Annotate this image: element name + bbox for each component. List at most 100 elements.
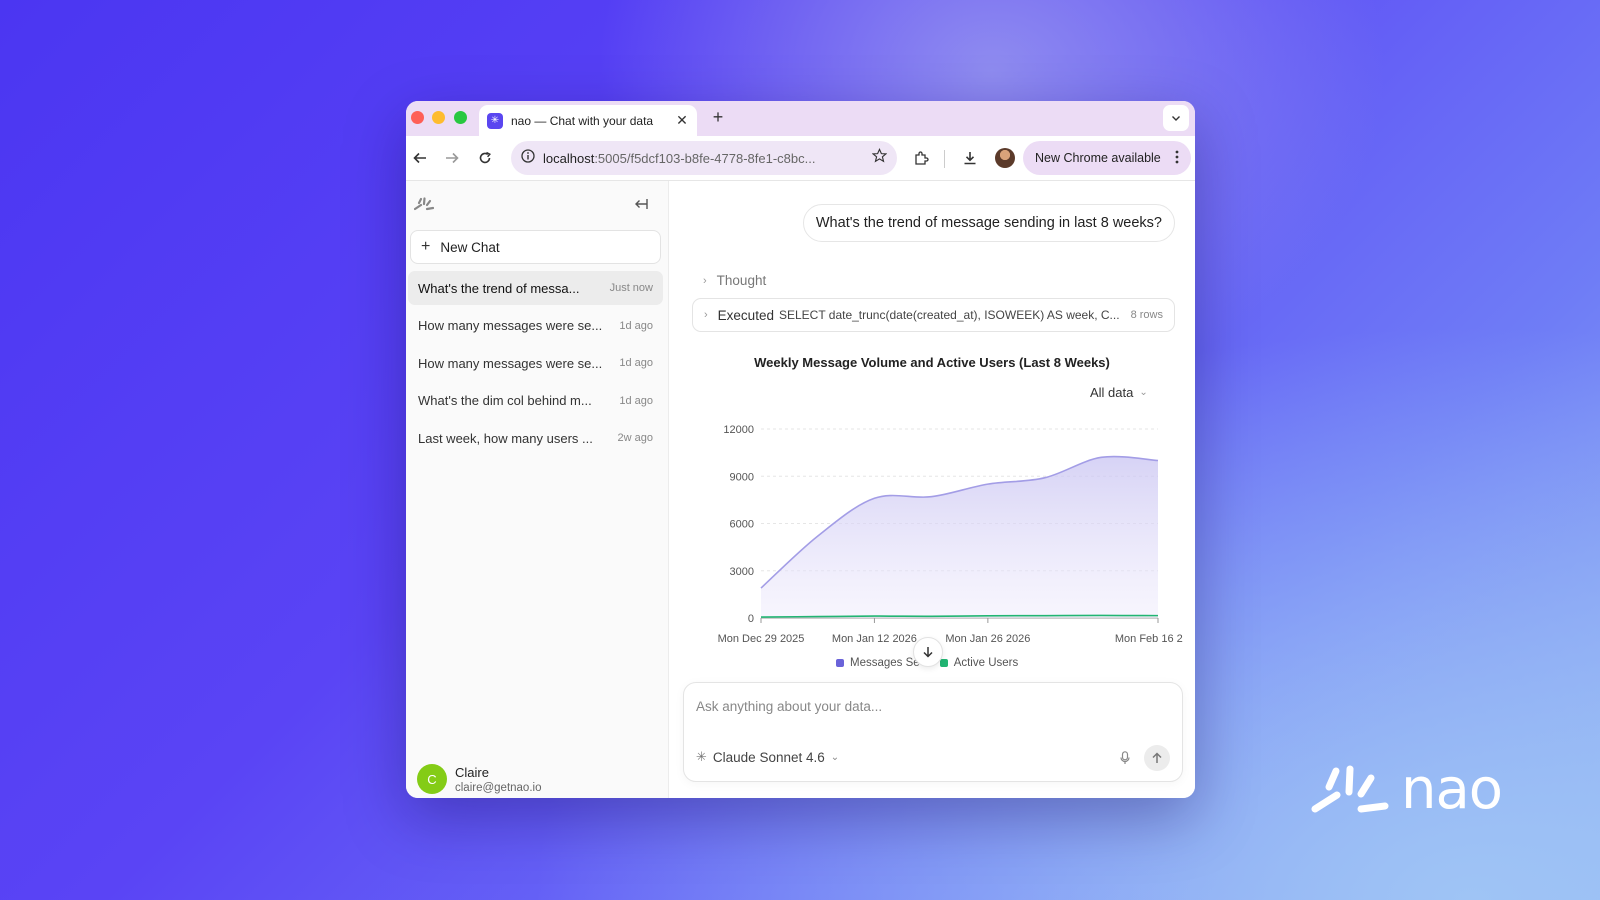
- y-tick-label: 3000: [730, 566, 754, 578]
- chat-history-item[interactable]: What's the dim col behind m... 1d ago: [408, 384, 663, 418]
- chevron-right-icon: ›: [704, 309, 708, 321]
- chevron-down-icon: ⌄: [830, 751, 840, 763]
- y-tick-label: 9000: [730, 471, 754, 483]
- tab-title: nao — Chat with your data: [511, 113, 654, 128]
- chat-input[interactable]: [696, 699, 1136, 714]
- messages-area: [761, 456, 1158, 618]
- more-menu-icon[interactable]: [1175, 150, 1179, 167]
- address-bar[interactable]: localhost:5005/f5dcf103-b8fe-4778-8fe1-c…: [511, 141, 897, 175]
- chat-history-item[interactable]: How many messages were se... 1d ago: [408, 309, 663, 343]
- chat-title: What's the dim col behind m...: [418, 393, 592, 408]
- x-tick-label: Mon Feb 16 2026: [1115, 633, 1183, 645]
- message-composer: ✳ Claude Sonnet 4.6 ⌄: [683, 682, 1183, 782]
- scroll-to-bottom-button[interactable]: [913, 637, 943, 667]
- thought-toggle[interactable]: › Thought: [703, 273, 766, 288]
- browser-tab[interactable]: ✳ nao — Chat with your data ✕: [479, 105, 697, 136]
- model-label: Claude Sonnet 4.6: [712, 749, 825, 765]
- model-selector[interactable]: ✳ Claude Sonnet 4.6 ⌄: [696, 749, 839, 765]
- browser-toolbar: localhost:5005/f5dcf103-b8fe-4778-8fe1-c…: [406, 136, 1195, 181]
- chart-filter-dropdown[interactable]: All data ⌄: [1090, 385, 1148, 400]
- executed-query-text: SELECT date_trunc(date(created_at), ISOW…: [778, 308, 1120, 322]
- chat-title: How many messages were se...: [418, 355, 603, 371]
- nao-mark-icon: [1311, 765, 1389, 813]
- close-window-button[interactable]: [411, 111, 424, 124]
- profile-avatar[interactable]: [995, 148, 1015, 168]
- download-icon[interactable]: [960, 148, 980, 168]
- browser-window: ✳ nao — Chat with your data ✕ + localhos…: [406, 101, 1195, 798]
- tab-search-chevron-icon[interactable]: [1163, 105, 1189, 131]
- chat-title: Last week, how many users ...: [418, 430, 593, 446]
- user-avatar: C: [417, 764, 447, 794]
- y-tick-label: 6000: [730, 519, 754, 531]
- url-path: :5005/f5dcf103-b8fe-4778-8fe1-c8bc...: [594, 150, 816, 166]
- nao-favicon-icon: ✳: [487, 112, 503, 129]
- new-chat-label: New Chat: [440, 239, 500, 255]
- chat-history-item[interactable]: What's the trend of messa... Just now: [408, 271, 663, 305]
- url-host: localhost: [543, 150, 595, 166]
- bookmark-star-icon[interactable]: [871, 148, 888, 168]
- chat-timestamp: 1d ago: [619, 357, 653, 369]
- user-name: Claire: [455, 764, 489, 780]
- chat-title: How many messages were se...: [418, 318, 603, 333]
- reload-icon[interactable]: [475, 148, 495, 168]
- plus-icon: +: [421, 238, 431, 255]
- tab-close-icon[interactable]: ✕: [675, 112, 689, 129]
- url-text[interactable]: localhost:5005/f5dcf103-b8fe-4778-8fe1-c…: [543, 151, 872, 166]
- legend-item[interactable]: Active Users: [939, 657, 1019, 669]
- chart-filter-label: All data: [1090, 385, 1134, 400]
- area-chart: 12000 9000 6000 3000 0 Mon Dec 29 2025 Mon Jan…: [718, 424, 1183, 645]
- microphone-icon[interactable]: [1116, 749, 1134, 767]
- collapse-sidebar-icon[interactable]: [634, 197, 648, 213]
- new-tab-icon[interactable]: +: [708, 107, 728, 128]
- chevron-right-icon: ›: [703, 274, 707, 287]
- chat-history-list: What's the trend of messa... Just now Ho…: [408, 271, 663, 459]
- maximize-window-button[interactable]: [454, 111, 467, 124]
- nao-wordmark: nao: [1401, 757, 1503, 822]
- legend-label: Active Users: [953, 657, 1019, 669]
- tab-strip: ✳ nao — Chat with your data ✕ +: [406, 101, 1195, 136]
- chat-history-item[interactable]: How many messages were se... 1d ago: [408, 346, 663, 380]
- sidebar: + New Chat What's the trend of messa... …: [406, 181, 669, 798]
- executed-query-block[interactable]: › Executed SELECT date_trunc(date(create…: [692, 298, 1175, 332]
- legend-item[interactable]: Messages Se: [836, 657, 920, 669]
- back-arrow-icon[interactable]: [410, 148, 430, 168]
- user-message-bubble: What's the trend of message sending in l…: [802, 204, 1175, 242]
- legend-swatch: [836, 659, 844, 667]
- x-tick-label: Mon Jan 26 2026: [945, 633, 1030, 645]
- arrow-up-icon: [1152, 752, 1162, 763]
- send-button[interactable]: [1144, 745, 1170, 771]
- minimize-window-button[interactable]: [432, 111, 445, 124]
- x-tick-label: Mon Dec 29 2025: [718, 633, 805, 645]
- chat-timestamp: Just now: [609, 282, 653, 294]
- thought-label: Thought: [716, 273, 767, 288]
- update-chrome-button[interactable]: New Chrome available: [1023, 141, 1191, 175]
- user-email: claire@getnao.io: [455, 781, 542, 794]
- x-tick-label: Mon Jan 12 2026: [832, 633, 917, 645]
- executed-row-count: 8 rows: [1130, 309, 1163, 321]
- user-profile[interactable]: C Claire claire@getnao.io: [417, 764, 541, 794]
- chat-main: What's the trend of message sending in l…: [669, 181, 1195, 798]
- claude-asterisk-icon: ✳: [696, 749, 707, 764]
- new-chat-button[interactable]: + New Chat: [410, 230, 661, 264]
- chat-timestamp: 1d ago: [619, 319, 653, 332]
- chat-timestamp: 2w ago: [617, 432, 653, 444]
- arrow-down-icon: [923, 647, 933, 658]
- executed-label: Executed: [717, 307, 774, 323]
- extensions-puzzle-icon[interactable]: [911, 148, 931, 168]
- site-info-icon[interactable]: [521, 148, 535, 168]
- forward-arrow-icon[interactable]: [442, 148, 462, 168]
- toolbar-divider: [944, 150, 945, 168]
- chat-timestamp: 1d ago: [619, 394, 653, 407]
- nao-logo-icon: [413, 197, 435, 216]
- legend-swatch: [939, 659, 948, 667]
- chat-history-item[interactable]: Last week, how many users ... 2w ago: [408, 421, 663, 455]
- app-content: + New Chat What's the trend of messa... …: [406, 181, 1195, 798]
- chat-title: What's the trend of messa...: [418, 280, 580, 296]
- legend-label: Messages Se: [850, 657, 920, 669]
- chart-title: Weekly Message Volume and Active Users (…: [754, 355, 1110, 370]
- chevron-down-icon: ⌄: [1139, 387, 1148, 398]
- y-tick-label: 12000: [723, 424, 754, 436]
- nao-brand-logo: nao: [1311, 757, 1503, 822]
- y-tick-label: 0: [748, 613, 754, 625]
- update-chrome-label: New Chrome available: [1035, 151, 1161, 165]
